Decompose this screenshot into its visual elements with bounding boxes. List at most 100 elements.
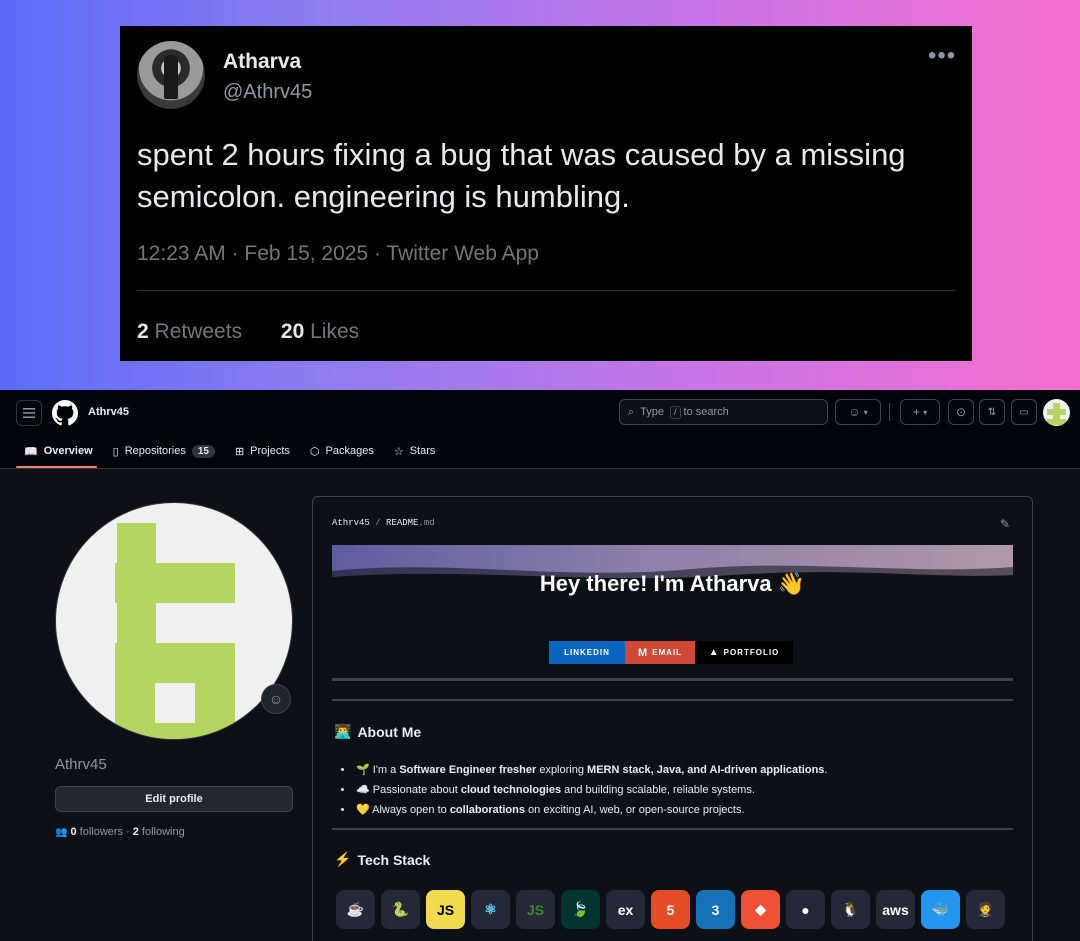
github-profile-page: Athrv45 ⌕ Type / to search ☺ ▾ + ▾ ⊙ ⇅ ▭… — [0, 390, 1080, 941]
gmail-icon: M — [637, 646, 649, 659]
header-username[interactable]: Athrv45 — [88, 406, 129, 418]
chevron-down-icon: ▾ — [923, 407, 928, 417]
tab-label: Stars — [409, 445, 436, 457]
inbox-icon: ▭ — [1019, 406, 1029, 418]
tweet-timestamp[interactable]: 12:23 AM · Feb 15, 2025 · Twitter Web Ap… — [137, 242, 539, 266]
heart-icon: 💛 — [356, 804, 370, 816]
tweet-avatar[interactable] — [137, 41, 205, 109]
header-divider — [889, 403, 890, 421]
git-icon: ◆ — [741, 890, 780, 929]
smiley-icon: ☺ — [268, 691, 284, 707]
section-divider — [332, 828, 1013, 830]
java-icon: ☕ — [336, 890, 375, 929]
chevron-down-icon: ▾ — [863, 407, 868, 417]
tech-stack-icons: ☕ 🐍 JS ⚛ JS 🍃 ex 5 3 ◆ ● 🐧 aws 🐳 🤵 — [336, 890, 1005, 929]
search-placeholder-suffix: to search — [683, 406, 729, 418]
package-icon: ⬡ — [309, 445, 320, 458]
search-placeholder-prefix: Type — [640, 406, 665, 418]
github-icon: ● — [786, 890, 825, 929]
github-logo-icon[interactable] — [52, 400, 78, 426]
seedling-icon: 🌱 — [356, 764, 370, 776]
lightning-icon: ⚡ — [334, 851, 352, 867]
search-input[interactable]: ⌕ Type / to search — [619, 399, 828, 425]
retweets-stat[interactable]: 2 Retweets — [137, 320, 242, 343]
user-avatar[interactable] — [1043, 399, 1070, 426]
pull-request-icon: ⇅ — [987, 406, 997, 418]
tweet-stats: 2 Retweets 20 Likes — [137, 320, 392, 344]
badge-label: LINKEDIN — [564, 648, 610, 657]
active-tab-indicator — [16, 466, 97, 468]
issues-button[interactable]: ⊙ — [948, 399, 974, 425]
readme-path: Athrv45 / README.md — [332, 518, 435, 528]
contact-badges: LINKEDIN M EMAIL ▲ PORTFOLIO — [549, 641, 793, 664]
python-icon: 🐍 — [381, 890, 420, 929]
tweet-author-handle[interactable]: @Athrv45 — [223, 81, 312, 104]
readme-greeting: Hey there! I'm Atharva 👋 — [539, 571, 806, 596]
readme-path-user[interactable]: Athrv45 — [332, 518, 370, 528]
menu-button[interactable] — [16, 400, 42, 426]
tab-packages[interactable]: ⬡ Packages — [302, 440, 382, 462]
badge-label: EMAIL — [652, 648, 683, 657]
list-item: 💛 Always open to collaborations on excit… — [354, 803, 827, 816]
tweet-card: Atharva @Athrv45 ••• spent 2 hours fixin… — [120, 26, 972, 361]
separator: · — [126, 826, 130, 838]
profile-readme: Athrv45 / README.md ✎ Hey there! I'm Ath… — [312, 496, 1033, 941]
set-status-button[interactable]: ☺ — [261, 684, 291, 714]
list-item: ☁️ Passionate about cloud technologies a… — [354, 783, 827, 796]
repo-icon: ▯ — [112, 445, 119, 458]
section-divider — [332, 699, 1013, 701]
heading-text: About Me — [357, 723, 422, 740]
tab-stars[interactable]: ☆ Stars — [386, 440, 444, 462]
search-icon: ⌕ — [628, 405, 635, 418]
tab-overview[interactable]: 📖 Overview — [16, 440, 101, 462]
edit-profile-button[interactable]: Edit profile — [55, 786, 293, 812]
linux-icon: 🐧 — [831, 890, 870, 929]
more-options-icon[interactable]: ••• — [928, 42, 956, 70]
technologist-icon: 👨‍💻 — [334, 723, 352, 739]
section-divider — [332, 678, 1013, 681]
aws-icon: aws — [876, 890, 915, 929]
tab-label: Repositories — [124, 445, 186, 457]
javascript-icon: JS — [426, 890, 465, 929]
tab-label: Projects — [250, 445, 290, 457]
tab-label: Packages — [325, 445, 374, 457]
pull-requests-button[interactable]: ⇅ — [979, 399, 1005, 425]
inbox-button[interactable]: ▭ — [1011, 399, 1037, 425]
plus-icon: + — [912, 405, 920, 419]
followers-link[interactable]: 0 followers — [70, 826, 123, 838]
follow-stats: 👥 0 followers · 2 following — [55, 826, 185, 838]
jenkins-icon: 🤵 — [966, 890, 1005, 929]
issue-circle-icon: ⊙ — [955, 405, 967, 419]
readme-path-file[interactable]: README — [386, 518, 418, 528]
email-badge[interactable]: M EMAIL — [625, 641, 695, 664]
express-icon: ex — [606, 890, 645, 929]
react-icon: ⚛ — [471, 890, 510, 929]
book-icon: 📖 — [24, 445, 38, 458]
create-new-button[interactable]: + ▾ — [900, 399, 940, 425]
search-shortcut-key: / — [670, 405, 681, 419]
about-list: 🌱 I'm a Software Engineer fresher explor… — [354, 763, 827, 823]
profile-username: Athrv45 — [55, 756, 107, 773]
nodejs-icon: JS — [516, 890, 555, 929]
docker-icon: 🐳 — [921, 890, 960, 929]
portfolio-badge[interactable]: ▲ PORTFOLIO — [695, 641, 793, 664]
html5-icon: 5 — [651, 890, 690, 929]
tab-repositories[interactable]: ▯ Repositories 15 — [105, 440, 223, 462]
list-item: 🌱 I'm a Software Engineer fresher explor… — [354, 763, 827, 776]
copilot-button[interactable]: ☺ ▾ — [835, 399, 881, 425]
tweet-text: spent 2 hours fixing a bug that was caus… — [137, 137, 906, 214]
tab-projects[interactable]: ⊞ Projects — [227, 440, 298, 462]
edit-pencil-icon[interactable]: ✎ — [1000, 517, 1010, 531]
repo-count-badge: 15 — [191, 444, 215, 458]
tweet-author-name[interactable]: Atharva — [223, 50, 301, 74]
path-separator: / — [375, 518, 381, 528]
github-header: Athrv45 ⌕ Type / to search ☺ ▾ + ▾ ⊙ ⇅ ▭… — [0, 390, 1080, 469]
tweet-divider — [137, 290, 955, 291]
following-link[interactable]: 2 following — [133, 826, 185, 838]
triangle-icon: ▲ — [708, 647, 720, 658]
likes-stat[interactable]: 20 Likes — [281, 320, 359, 343]
linkedin-badge[interactable]: LINKEDIN — [549, 641, 625, 664]
about-me-heading: 👨‍💻 About Me — [334, 723, 421, 740]
css3-icon: 3 — [696, 890, 735, 929]
profile-avatar[interactable] — [55, 502, 293, 740]
